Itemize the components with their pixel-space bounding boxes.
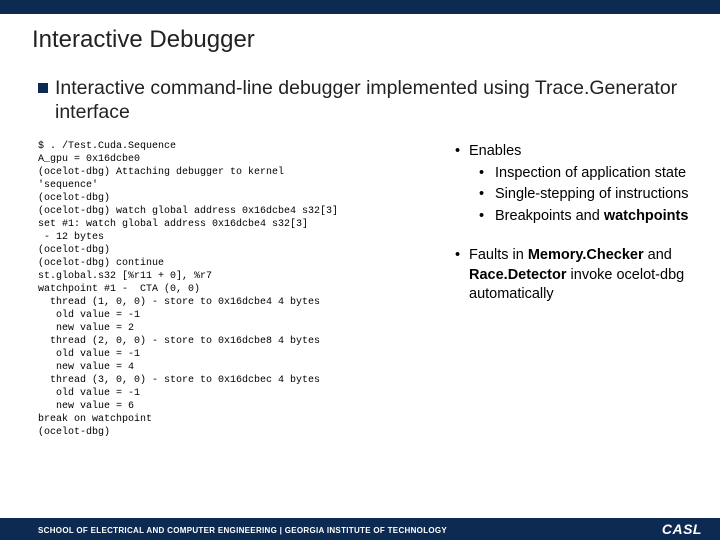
right-column: Enables Inspection of application state …	[455, 142, 700, 307]
enables-label: Enables	[469, 143, 521, 159]
main-bullet: Interactive command-line debugger implem…	[38, 76, 695, 125]
enables-sub-inspection: Inspection of application state	[455, 164, 700, 184]
breakpoints-text-a: Breakpoints and	[495, 208, 604, 224]
faults-item: Faults in Memory.Checker and Race.Detect…	[455, 246, 700, 305]
enables-sub-stepping: Single-stepping of instructions	[455, 185, 700, 205]
faults-d: Race.Detector	[469, 267, 567, 283]
footer-logo: CASL	[662, 521, 702, 537]
footer-text: SCHOOL OF ELECTRICAL AND COMPUTER ENGINE…	[38, 526, 447, 535]
main-bullet-text: Interactive command-line debugger implem…	[55, 76, 695, 125]
page-title: Interactive Debugger	[32, 26, 255, 54]
faults-c: and	[644, 247, 672, 263]
enables-sub-breakpoints: Breakpoints and watchpoints	[455, 207, 700, 227]
top-band	[0, 0, 720, 14]
debugger-session-code: $ . /Test.Cuda.Sequence A_gpu = 0x16dcbe…	[38, 140, 438, 439]
enables-item: Enables	[455, 142, 700, 162]
square-bullet-icon	[38, 83, 48, 93]
breakpoints-text-b: watchpoints	[604, 208, 689, 224]
faults-b: Memory.Checker	[528, 247, 644, 263]
faults-a: Faults in	[469, 247, 528, 263]
spacer	[455, 228, 700, 246]
